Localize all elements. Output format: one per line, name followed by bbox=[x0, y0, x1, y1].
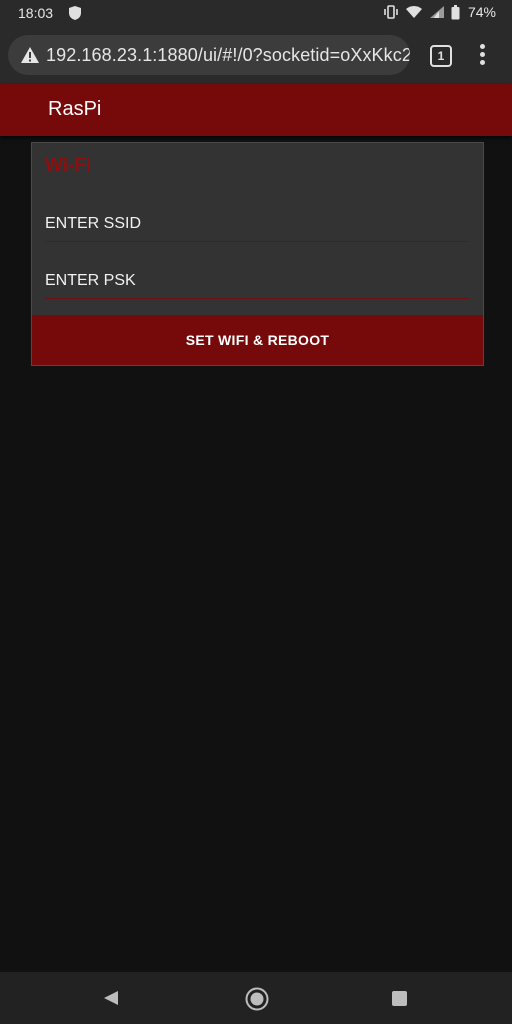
wifi-icon bbox=[405, 6, 422, 18]
overflow-menu-icon[interactable] bbox=[478, 44, 486, 66]
status-icons: 74% bbox=[383, 4, 496, 20]
system-nav-bar bbox=[0, 972, 512, 1024]
battery-percent: 74% bbox=[467, 4, 496, 20]
psk-field-container bbox=[45, 264, 469, 299]
app-title: RasPi bbox=[48, 98, 102, 120]
recents-icon[interactable] bbox=[392, 991, 407, 1006]
battery-icon bbox=[451, 4, 460, 19]
set-wifi-reboot-button[interactable]: SET WIFI & REBOOT bbox=[32, 315, 483, 365]
ssid-field-container bbox=[45, 207, 469, 242]
url-text[interactable]: 192.168.23.1:1880/ui/#!/0?socketid=oXxKk… bbox=[46, 45, 410, 66]
psk-input[interactable] bbox=[45, 264, 469, 298]
shield-icon bbox=[69, 6, 81, 20]
home-icon[interactable] bbox=[245, 987, 269, 1011]
app-header: RasPi bbox=[0, 84, 512, 136]
back-icon[interactable] bbox=[103, 990, 119, 1006]
wifi-card-title: Wi-Fi bbox=[45, 155, 92, 176]
url-bar[interactable]: 192.168.23.1:1880/ui/#!/0?socketid=oXxKk… bbox=[8, 35, 410, 75]
wifi-card: Wi-Fi SET WIFI & REBOOT bbox=[31, 142, 484, 366]
warning-icon[interactable] bbox=[20, 46, 40, 64]
ssid-input[interactable] bbox=[45, 207, 469, 241]
signal-icon bbox=[429, 6, 444, 18]
status-bar: 18:03 74% bbox=[0, 0, 512, 28]
tab-switcher-icon[interactable]: 1 bbox=[430, 45, 452, 67]
status-time: 18:03 bbox=[18, 5, 54, 21]
browser-toolbar: 192.168.23.1:1880/ui/#!/0?socketid=oXxKk… bbox=[0, 28, 512, 84]
vibrate-icon bbox=[384, 5, 398, 19]
